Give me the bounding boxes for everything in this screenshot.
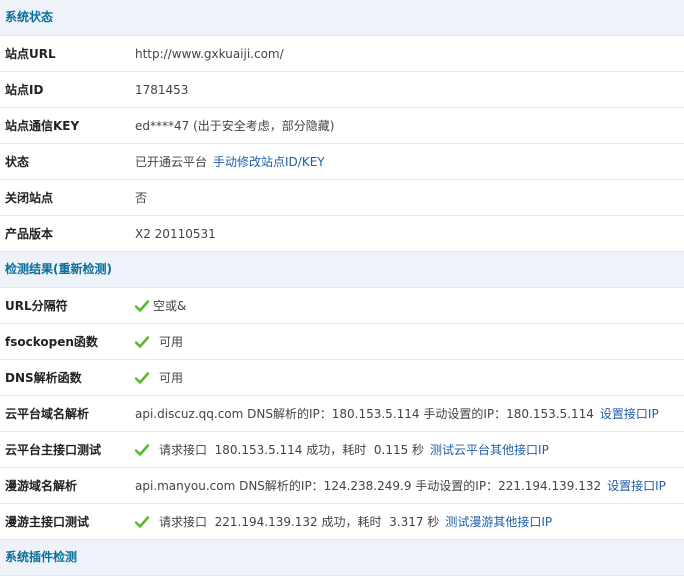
check-icon <box>135 515 149 528</box>
check-icon <box>135 299 149 312</box>
check-icon <box>135 371 149 384</box>
value-cloud-dns-wrap: api.discuz.qq.com DNS解析的IP：180.153.5.114… <box>135 405 659 422</box>
row-cloud-api-test: 云平台主接口测试 请求接口 180.153.5.114 成功，耗时 0.115 … <box>0 432 684 468</box>
row-manyou-api-test: 漫游主接口测试 请求接口 221.194.139.132 成功，耗时 3.317… <box>0 504 684 540</box>
label-manyou-api-test: 漫游主接口测试 <box>5 515 90 529</box>
test-cloud-other-ip-link[interactable]: 测试云平台其他接口IP <box>430 441 549 458</box>
label-dns-function: DNS解析函数 <box>5 371 82 385</box>
row-fsockopen: fsockopen函数 可用 <box>0 324 684 360</box>
label-manyou-dns: 漫游域名解析 <box>5 479 78 493</box>
label-fsockopen: fsockopen函数 <box>5 335 98 349</box>
value-site-id: 1781453 <box>135 82 189 97</box>
row-dns-function: DNS解析函数 可用 <box>0 360 684 396</box>
row-url-separator: URL分隔符 空或& <box>0 288 684 324</box>
value-state: 已开通云平台 <box>135 155 208 169</box>
value-fsockopen-wrap: 可用 <box>135 333 183 350</box>
value-url-separator: 空或& <box>153 299 187 313</box>
row-site-url: 站点URL http://www.gxkuaiji.com/ <box>0 36 684 72</box>
section-check-results: 检测结果(重新检测) <box>0 252 684 288</box>
test-manyou-other-ip-link[interactable]: 测试漫游其他接口IP <box>445 513 552 530</box>
value-dns-function: 可用 <box>159 371 184 385</box>
check-icon <box>135 443 149 456</box>
value-state-wrap: 已开通云平台 手动修改站点ID/KEY <box>135 153 325 170</box>
value-site-key: ed****47 (出于安全考虑，部分隐藏) <box>135 119 335 133</box>
value-url-separator-wrap: 空或& <box>135 297 186 314</box>
value-manyou-dns: api.manyou.com DNS解析的IP：124.238.249.9 手动… <box>135 479 602 493</box>
check-icon <box>135 335 149 348</box>
row-cloud-dns: 云平台域名解析 api.discuz.qq.com DNS解析的IP：180.1… <box>0 396 684 432</box>
value-cloud-api-test: 请求接口 180.153.5.114 成功，耗时 0.115 秒 <box>159 443 425 457</box>
value-version: X2 20110531 <box>135 226 216 241</box>
value-manyou-api-test-wrap: 请求接口 221.194.139.132 成功，耗时 3.317 秒 测试漫游其… <box>135 513 552 530</box>
value-cloud-dns: api.discuz.qq.com DNS解析的IP：180.153.5.114… <box>135 407 594 421</box>
row-site-key: 站点通信KEY ed****47 (出于安全考虑，部分隐藏) <box>0 108 684 144</box>
value-manyou-api-test: 请求接口 221.194.139.132 成功，耗时 3.317 秒 <box>159 515 440 529</box>
label-state: 状态 <box>5 155 30 169</box>
value-manyou-dns-wrap: api.manyou.com DNS解析的IP：124.238.249.9 手动… <box>135 477 666 494</box>
section-system-status: 系统状态 <box>0 0 684 36</box>
value-dns-function-wrap: 可用 <box>135 369 183 386</box>
label-url-separator: URL分隔符 <box>5 299 68 313</box>
value-cloud-api-test-wrap: 请求接口 180.153.5.114 成功，耗时 0.115 秒 测试云平台其他… <box>135 441 549 458</box>
row-version: 产品版本 X2 20110531 <box>0 216 684 252</box>
row-site-closed: 关闭站点 否 <box>0 180 684 216</box>
set-cloud-api-ip-link[interactable]: 设置接口IP <box>600 405 659 422</box>
row-manyou-dns: 漫游域名解析 api.manyou.com DNS解析的IP：124.238.2… <box>0 468 684 504</box>
row-site-id: 站点ID 1781453 <box>0 72 684 108</box>
label-cloud-api-test: 云平台主接口测试 <box>5 443 102 457</box>
label-site-url: 站点URL <box>5 47 56 61</box>
value-site-url: http://www.gxkuaiji.com/ <box>135 46 284 61</box>
set-manyou-api-ip-link[interactable]: 设置接口IP <box>607 477 666 494</box>
section-plugin-check: 系统插件检测 <box>0 540 684 576</box>
section-title-system-status: 系统状态 <box>5 10 54 24</box>
row-state: 状态 已开通云平台 手动修改站点ID/KEY <box>0 144 684 180</box>
section-title-plugin-check: 系统插件检测 <box>5 550 78 564</box>
edit-site-id-key-link[interactable]: 手动修改站点ID/KEY <box>213 153 325 170</box>
label-site-key: 站点通信KEY <box>5 119 80 133</box>
value-site-closed: 否 <box>135 191 148 205</box>
label-cloud-dns: 云平台域名解析 <box>5 407 90 421</box>
label-site-closed: 关闭站点 <box>5 191 54 205</box>
section-title-check-results[interactable]: 检测结果(重新检测) <box>5 262 112 276</box>
label-site-id: 站点ID <box>5 83 44 97</box>
value-fsockopen: 可用 <box>159 335 184 349</box>
label-version: 产品版本 <box>5 227 54 241</box>
